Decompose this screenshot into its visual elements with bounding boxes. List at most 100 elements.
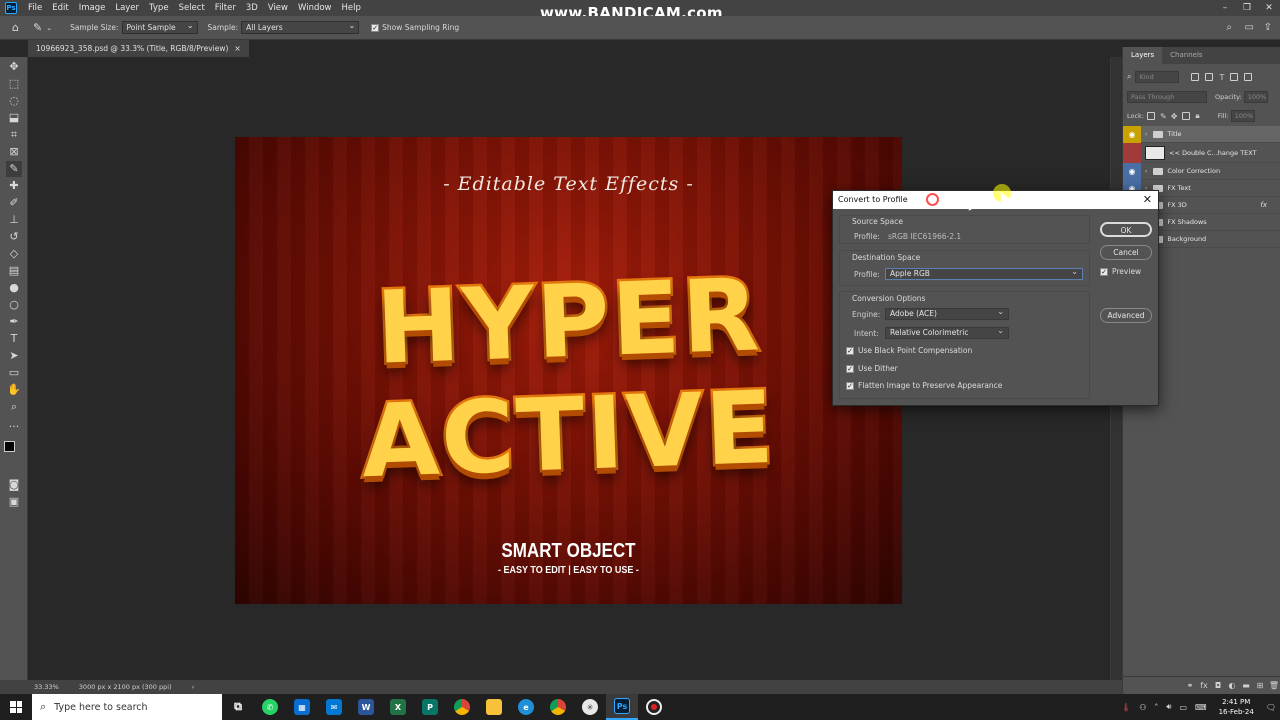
sample-size-select[interactable]: Point Sample <box>121 20 198 34</box>
photoshop-taskbar-icon[interactable]: Ps <box>606 694 638 720</box>
notifications-icon[interactable]: 🗨︎ <box>1266 703 1276 712</box>
menu-3d[interactable]: 3D <box>241 3 263 13</box>
close-icon[interactable]: ✕ <box>1258 0 1280 16</box>
restore-icon[interactable]: ❐ <box>1236 0 1258 16</box>
thermometer-icon[interactable]: 🌡︎ <box>1121 703 1131 712</box>
filter-smart-object-icon[interactable] <box>1244 73 1253 81</box>
preview-option[interactable]: ✓ Preview <box>1100 267 1141 276</box>
visibility-eye-icon[interactable]: ◉ <box>1123 162 1141 180</box>
flatten-image-checkbox[interactable]: ✓ <box>846 381 854 390</box>
foreground-color-swatch[interactable] <box>4 441 15 452</box>
filter-pixel-icon[interactable] <box>1191 73 1200 81</box>
show-hidden-icons-icon[interactable]: ˄ <box>1154 703 1158 712</box>
gradient-tool-icon[interactable]: ▤ <box>6 263 22 279</box>
use-dither-option[interactable]: ✓ Use Dither <box>846 364 898 373</box>
layer-row-color-correction[interactable]: ◉ › Color Correction <box>1123 162 1280 180</box>
zoom-level[interactable]: 33.33% <box>34 683 59 691</box>
crop-tool-icon[interactable]: ⌗ <box>6 127 22 143</box>
advanced-button[interactable]: Advanced <box>1100 308 1152 323</box>
taskbar-search[interactable]: ⌕ Type here to search <box>32 694 222 720</box>
flatten-image-option[interactable]: ✓ Flatten Image to Preserve Appearance <box>846 381 1002 390</box>
document-tab[interactable]: 10966923_358.psd @ 33.3% (Title, RGB/8/P… <box>28 40 249 57</box>
new-layer-icon[interactable]: ⊞ <box>1253 681 1267 690</box>
hand-tool-icon[interactable]: ✋ <box>6 382 22 398</box>
object-select-tool-icon[interactable]: ⬓ <box>6 110 22 126</box>
chrome-taskbar-icon[interactable] <box>446 694 478 720</box>
taskbar-clock[interactable]: 2:41 PM 16-Feb-24 <box>1219 697 1254 717</box>
history-brush-icon[interactable]: ↺ <box>6 229 22 245</box>
ok-button[interactable]: OK <box>1100 222 1152 237</box>
new-group-icon[interactable]: ▬ <box>1239 681 1253 690</box>
filter-adjustment-icon[interactable] <box>1205 73 1214 81</box>
filter-type-icon[interactable]: T <box>1219 73 1224 82</box>
store-taskbar-icon[interactable]: ▦ <box>286 694 318 720</box>
link-layers-icon[interactable]: ⚭ <box>1183 681 1197 690</box>
lock-paint-icon[interactable]: ✎ <box>1160 112 1167 121</box>
intent-select[interactable]: Relative Colorimetric <box>885 326 1009 339</box>
publisher-taskbar-icon[interactable]: P <box>414 694 446 720</box>
minimize-icon[interactable]: – <box>1214 0 1236 16</box>
visibility-toggle[interactable] <box>1123 142 1141 163</box>
preview-checkbox[interactable]: ✓ <box>1100 267 1108 276</box>
workspace-icon[interactable]: ▭ <box>1245 22 1254 33</box>
close-icon[interactable]: ✕ <box>1143 191 1152 209</box>
lock-artboard-icon[interactable] <box>1182 112 1191 120</box>
brush-tool-icon[interactable]: ✐ <box>6 195 22 211</box>
new-adjustment-icon[interactable]: ◐ <box>1225 681 1239 690</box>
people-icon[interactable]: ⚇ <box>1139 703 1146 712</box>
share-icon[interactable]: ⇪ <box>1264 22 1272 33</box>
edge-taskbar-icon[interactable]: e <box>510 694 542 720</box>
home-icon[interactable]: ⌂ <box>12 21 19 34</box>
chevron-right-icon[interactable]: › <box>1145 168 1147 175</box>
lock-position-icon[interactable]: ✥ <box>1171 112 1178 121</box>
zoom-tool-icon[interactable]: ⌕ <box>6 399 22 415</box>
eraser-tool-icon[interactable]: ◇ <box>6 246 22 262</box>
status-chevron-icon[interactable]: › <box>192 683 195 691</box>
black-point-compensation-option[interactable]: ✓ Use Black Point Compensation <box>846 346 972 355</box>
chevron-down-icon[interactable]: ⌄ <box>46 24 52 32</box>
layer-kind-filter[interactable]: Kind <box>1135 71 1180 83</box>
frame-tool-icon[interactable]: ⊠ <box>6 144 22 160</box>
dodge-tool-icon[interactable]: ○ <box>6 297 22 313</box>
network-icon[interactable]: ▭ <box>1179 703 1187 712</box>
menu-select[interactable]: Select <box>174 3 210 13</box>
volume-icon[interactable]: 🔊︎ <box>1166 702 1171 712</box>
lasso-tool-icon[interactable]: ◌ <box>6 93 22 109</box>
blur-tool-icon[interactable]: ● <box>6 280 22 296</box>
menu-type[interactable]: Type <box>144 3 174 13</box>
document-canvas[interactable]: - Editable Text Effects - HYPER ACTIVE S… <box>235 137 902 604</box>
start-button[interactable] <box>0 694 32 720</box>
excel-taskbar-icon[interactable]: X <box>382 694 414 720</box>
menu-window[interactable]: Window <box>293 3 337 13</box>
cancel-button[interactable]: Cancel <box>1100 245 1152 260</box>
ime-icon[interactable]: ⌨ <box>1195 703 1207 712</box>
add-mask-icon[interactable]: ◘ <box>1211 681 1225 690</box>
layer-row-title[interactable]: ◉ › Title <box>1123 125 1280 143</box>
task-view-button[interactable]: ⧉ <box>222 694 254 720</box>
healing-brush-icon[interactable]: ✚ <box>6 178 22 194</box>
quick-mask-icon[interactable]: ◙ <box>6 477 22 493</box>
move-tool-icon[interactable]: ✥ <box>6 59 22 75</box>
destination-profile-select[interactable]: Apple RGB <box>885 267 1083 280</box>
close-tab-icon[interactable]: × <box>234 44 240 53</box>
pen-tool-icon[interactable]: ✒ <box>6 314 22 330</box>
menu-view[interactable]: View <box>263 3 293 13</box>
bandicam-taskbar-icon[interactable] <box>638 694 670 720</box>
eyedropper-tool-icon[interactable]: ✎ <box>6 161 22 177</box>
fill-field[interactable]: 100% <box>1230 110 1255 122</box>
lock-pixels-icon[interactable] <box>1147 112 1156 120</box>
search-icon[interactable]: ⌕ <box>1226 22 1232 33</box>
blend-mode-select[interactable]: Pass Through <box>1127 91 1207 103</box>
layer-row-smart-object[interactable]: << Double C...hange TEXT <box>1123 142 1280 163</box>
marquee-tool-icon[interactable]: ⬚ <box>6 76 22 92</box>
lock-all-icon[interactable]: 🔒︎ <box>1195 111 1199 121</box>
mail-taskbar-icon[interactable]: ✉ <box>318 694 350 720</box>
show-sampling-ring-checkbox[interactable]: ✓ <box>371 23 380 32</box>
tab-layers[interactable]: Layers <box>1123 47 1163 64</box>
whatsapp-taskbar-icon[interactable]: ✆ <box>254 694 286 720</box>
network-app-taskbar-icon[interactable]: ✳ <box>574 694 606 720</box>
clone-stamp-icon[interactable]: ⊥ <box>6 212 22 228</box>
engine-select[interactable]: Adobe (ACE) <box>885 307 1009 320</box>
opacity-field[interactable]: 100% <box>1243 91 1268 103</box>
eyedropper-preset-icon[interactable]: ✎ <box>33 21 42 34</box>
